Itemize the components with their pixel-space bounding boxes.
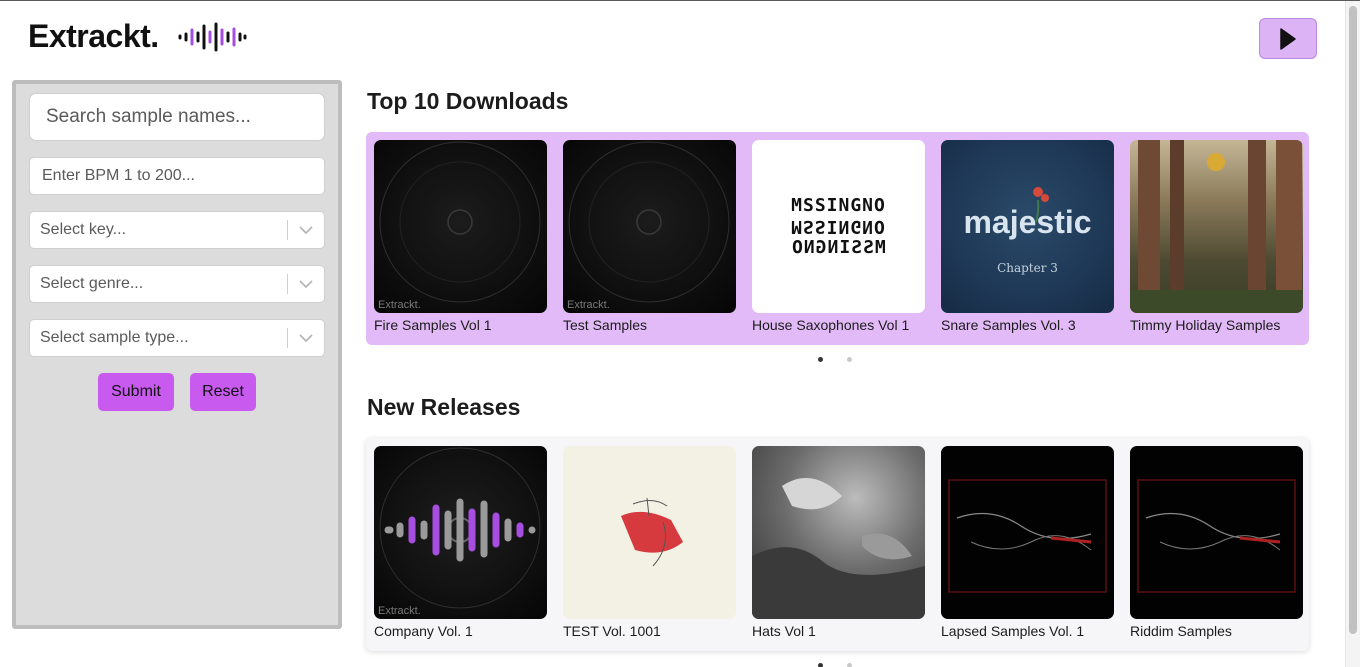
logo[interactable]: Extrackt. — [28, 18, 247, 55]
top-downloads-pagination — [818, 357, 852, 362]
card-title: Riddim Samples — [1130, 623, 1232, 639]
sample-pack-card[interactable]: Extrackt. Test Samples — [563, 140, 736, 333]
album-art: Extrackt. — [374, 140, 547, 313]
art-watermark: Extrackt. — [567, 299, 610, 311]
sample-pack-card[interactable]: MSSINGNO MSSINGNO MSSINGNO House Saxopho… — [752, 140, 925, 333]
logo-text: Extrackt. — [28, 18, 159, 54]
scrollbar-thumb[interactable] — [1349, 6, 1357, 634]
card-title: House Saxophones Vol 1 — [752, 317, 910, 333]
card-title: TEST Vol. 1001 — [563, 623, 661, 639]
album-art — [941, 446, 1114, 619]
waveform-logo-icon — [178, 22, 247, 51]
album-art: Extrackt. — [563, 140, 736, 313]
album-art: MSSINGNO MSSINGNO MSSINGNO — [752, 140, 925, 313]
top-downloads-title: Top 10 Downloads — [367, 88, 569, 114]
card-title: Hats Vol 1 — [752, 623, 816, 639]
art-text-mirror: MSSINGNO — [791, 216, 886, 237]
album-art — [1130, 140, 1303, 313]
card-title: Snare Samples Vol. 3 — [941, 317, 1076, 333]
art-watermark: Extrackt. — [378, 299, 421, 311]
card-title: Fire Samples Vol 1 — [374, 317, 492, 333]
sample-pack-card[interactable]: Timmy Holiday Samples — [1130, 140, 1303, 333]
sample-type-select[interactable]: Select sample type... — [29, 319, 325, 357]
album-art — [563, 446, 736, 619]
sample-pack-card[interactable]: TEST Vol. 1001 — [563, 446, 736, 639]
chevron-down-icon[interactable] — [288, 280, 324, 288]
new-releases-carousel: Extrackt. Company Vol. 1 TEST Vol. 1001 … — [366, 438, 1309, 651]
art-text: MSSINGNO — [791, 195, 886, 216]
art-text-repeat: MSSINGNO — [791, 237, 886, 258]
new-releases-title: New Releases — [367, 394, 521, 420]
album-art: Extrackt. — [374, 446, 547, 619]
chevron-down-icon[interactable] — [288, 334, 324, 342]
genre-select-placeholder: Select genre... — [40, 275, 144, 292]
pagination-dot-active[interactable] — [818, 357, 823, 362]
pagination-dot[interactable] — [847, 357, 852, 362]
chevron-down-icon[interactable] — [288, 226, 324, 234]
album-art: majestic Chapter 3 — [941, 140, 1114, 313]
sample-type-select-placeholder: Select sample type... — [40, 329, 189, 346]
art-subtitle: Chapter 3 — [997, 261, 1058, 275]
pagination-dot[interactable] — [847, 663, 852, 667]
new-releases-pagination — [818, 663, 852, 667]
reset-button[interactable]: Reset — [190, 373, 256, 411]
card-title: Company Vol. 1 — [374, 623, 473, 639]
key-select-placeholder: Select key... — [40, 221, 126, 238]
sample-pack-card[interactable]: majestic Chapter 3 Snare Samples Vol. 3 — [941, 140, 1114, 333]
genre-select[interactable]: Select genre... — [29, 265, 325, 303]
card-title: Timmy Holiday Samples — [1130, 317, 1281, 333]
card-title: Lapsed Samples Vol. 1 — [941, 623, 1085, 639]
card-title: Test Samples — [563, 317, 648, 333]
sample-pack-card[interactable]: Riddim Samples — [1130, 446, 1303, 639]
play-icon — [1280, 27, 1296, 50]
album-art — [1130, 446, 1303, 619]
top-downloads-carousel: Extrackt. Fire Samples Vol 1 Extrackt. T… — [366, 132, 1309, 345]
sample-pack-card[interactable]: Lapsed Samples Vol. 1 — [941, 446, 1114, 639]
filter-sidebar: Select key... Select genre... Select sam… — [12, 80, 342, 629]
sample-pack-card[interactable]: Extrackt. Fire Samples Vol 1 — [374, 140, 547, 333]
sample-pack-card[interactable]: Hats Vol 1 — [752, 446, 925, 639]
submit-button[interactable]: Submit — [98, 373, 174, 411]
key-select[interactable]: Select key... — [29, 211, 325, 249]
sample-pack-card[interactable]: Extrackt. Company Vol. 1 — [374, 446, 547, 639]
bpm-input[interactable] — [29, 157, 325, 195]
art-watermark: Extrackt. — [378, 605, 421, 617]
album-art — [752, 446, 925, 619]
window-top-border — [0, 0, 1360, 1]
art-title: majestic — [963, 204, 1092, 240]
pagination-dot-active[interactable] — [818, 663, 823, 667]
search-input[interactable] — [29, 93, 325, 141]
play-button[interactable] — [1259, 18, 1317, 59]
